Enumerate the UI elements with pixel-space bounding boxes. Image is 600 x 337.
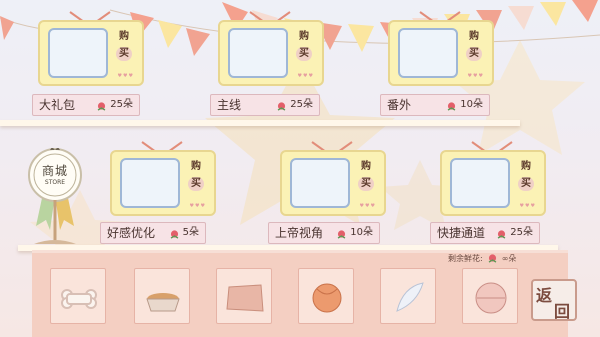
item-name: 快捷通道 (437, 226, 486, 240)
buy-label: 购买 (188, 160, 204, 191)
item-price: 25朵 (496, 223, 533, 243)
store-badge-subtitle: STORE (44, 179, 66, 186)
tv-item-affection-boost[interactable]: 购买 ♥♥♥ (110, 140, 216, 216)
heart-dots: ♥♥♥ (467, 73, 484, 79)
item-plate-gift-pack[interactable]: 大礼包 25朵 (32, 94, 140, 116)
item-plate-main-story[interactable]: 主线 25朵 (210, 94, 320, 116)
remaining-flowers: 剩余鲜花: ∞朵 (448, 253, 516, 264)
tv-item-main-story[interactable]: 购买 ♥♥♥ (218, 10, 324, 86)
tv-body: 购买 ♥♥♥ (38, 20, 144, 86)
item-name: 番外 (387, 98, 412, 112)
item-plate-side-story[interactable]: 番外 10朵 (380, 94, 490, 116)
inventory-slot-cushion[interactable] (216, 268, 272, 324)
tv-screen (398, 28, 458, 78)
frisbee-icon (475, 282, 507, 314)
tv-item-side-story[interactable]: 购买 ♥♥♥ (388, 10, 494, 86)
tv-screen (290, 158, 350, 208)
rose-icon (446, 100, 457, 111)
feather-icon (396, 282, 424, 312)
tv-body: 购买 ♥♥♥ (388, 20, 494, 86)
item-price: 5朵 (169, 223, 199, 243)
item-plate-shortcut[interactable]: 快捷通道 25朵 (430, 222, 540, 244)
item-price: 25朵 (276, 95, 313, 115)
inventory-slot-ball[interactable] (298, 268, 354, 324)
inventory-slot-food-bowl[interactable] (134, 268, 190, 324)
item-name: 主线 (217, 98, 242, 112)
buy-label: 购买 (518, 160, 534, 191)
rose-icon (487, 253, 498, 264)
item-price: 25朵 (96, 95, 133, 115)
tv-body: 购买 ♥♥♥ (110, 150, 216, 216)
heart-dots: ♥♥♥ (117, 73, 134, 79)
rose-icon (496, 228, 507, 239)
buy-label: 购买 (466, 30, 482, 61)
item-plate-affection-boost[interactable]: 好感优化 5朵 (100, 222, 206, 244)
back-button[interactable]: 返 回 (530, 278, 578, 322)
store-scene: 商城 STORE 购买 ♥♥♥ 大礼包 25朵 购买 ♥♥♥ 主线 25朵 购买 (0, 0, 600, 337)
item-plate-god-view[interactable]: 上帝视角 10朵 (268, 222, 380, 244)
cushion-icon (226, 284, 264, 312)
back-char-1: 返 (536, 286, 553, 305)
ball-icon (312, 283, 342, 313)
remaining-label: 剩余鲜花: (448, 254, 483, 263)
item-price: 10朵 (446, 95, 483, 115)
tv-body: 购买 ♥♥♥ (280, 150, 386, 216)
item-name: 大礼包 (39, 98, 76, 112)
store-badge: 商城 STORE (24, 147, 86, 248)
tv-body: 购买 ♥♥♥ (218, 20, 324, 86)
buy-label: 购买 (358, 160, 374, 191)
tv-item-god-view[interactable]: 购买 ♥♥♥ (280, 140, 386, 216)
rose-icon (276, 100, 287, 111)
back-char-2: 回 (554, 302, 571, 321)
item-name: 上帝视角 (275, 226, 324, 240)
buy-label: 购买 (296, 30, 312, 61)
tv-screen (120, 158, 180, 208)
inventory-slot-feather[interactable] (380, 268, 436, 324)
inventory-slot-bone[interactable] (50, 268, 106, 324)
tv-item-shortcut[interactable]: 购买 ♥♥♥ (440, 140, 546, 216)
food-bowl-icon (146, 293, 180, 312)
heart-dots: ♥♥♥ (359, 203, 376, 209)
item-name: 好感优化 (107, 226, 156, 240)
inventory-slot-frisbee[interactable] (462, 268, 518, 324)
heart-dots: ♥♥♥ (189, 203, 206, 209)
buy-label: 购买 (116, 30, 132, 61)
rose-icon (169, 228, 180, 239)
heart-dots: ♥♥♥ (297, 73, 314, 79)
tv-item-gift-pack[interactable]: 购买 ♥♥♥ (38, 10, 144, 86)
heart-dots: ♥♥♥ (519, 203, 536, 209)
item-price: 10朵 (336, 223, 373, 243)
rose-icon (336, 228, 347, 239)
top-shelf (0, 120, 520, 126)
bone-icon (61, 289, 97, 309)
tv-screen (228, 28, 288, 78)
tv-screen (48, 28, 108, 78)
tv-body: 购买 ♥♥♥ (440, 150, 546, 216)
tv-screen (450, 158, 510, 208)
remaining-value: ∞朵 (501, 254, 517, 263)
rose-icon (96, 100, 107, 111)
store-badge-title: 商城 (41, 164, 68, 178)
